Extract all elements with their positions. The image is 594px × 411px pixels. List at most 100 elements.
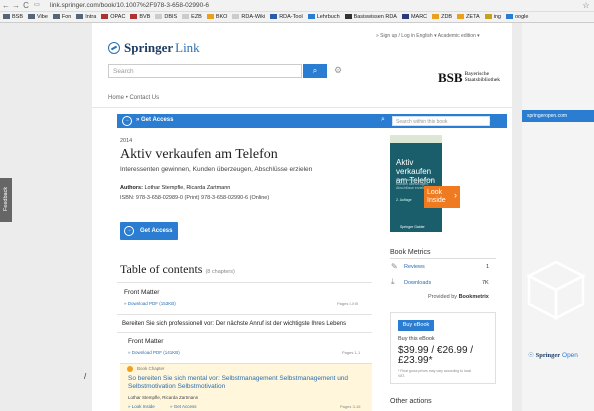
browser-toolbar: ← → C ▭ link.springer.com/book/10.1007%2… — [0, 0, 594, 12]
chapter-title-link[interactable]: So bereiten Sie sich mental vor: Selbstm… — [128, 375, 368, 391]
divider — [390, 258, 496, 259]
search-within-button[interactable]: ⌕ — [482, 116, 496, 126]
get-access-label[interactable]: Get Access — [140, 228, 172, 234]
book-title: Aktiv verkaufen am Telefon — [120, 147, 278, 162]
bsb-line2: Staatsbibliothek — [464, 77, 501, 83]
bookmark-item[interactable]: BSB — [3, 12, 23, 22]
authors-value[interactable]: Lothar Stempfle, Ricarda Zartmann — [144, 185, 230, 191]
arrow-circle-icon: → — [124, 226, 134, 236]
open-cube-graphic — [526, 260, 586, 320]
forward-icon[interactable]: → — [12, 1, 20, 10]
search-button[interactable]: ⌕ — [303, 64, 327, 78]
page-range: Pages 3-16 — [340, 404, 361, 409]
divider — [117, 314, 372, 315]
buy-ebook-button[interactable]: Buy eBook — [398, 320, 434, 331]
account-links[interactable]: » Sign up / Log in English ▾ Academic ed… — [376, 33, 480, 39]
bookmark-item[interactable]: OPAC — [101, 12, 125, 22]
book-metrics-heading: Book Metrics — [390, 249, 431, 256]
book-subtitle: Interessenten gewinnen, Kunden überzeuge… — [120, 166, 313, 173]
edge-mark: / — [84, 372, 87, 381]
bookmark-item[interactable]: ZDB — [432, 12, 452, 22]
feedback-label: Feedback — [3, 186, 9, 212]
bookmark-item[interactable]: oogle — [505, 12, 528, 22]
bookmark-item[interactable]: DBIS — [155, 12, 177, 22]
download-icon: ⤓ — [391, 277, 395, 286]
bookmark-item[interactable]: EZB — [182, 12, 202, 22]
provided-by: Provided by Bookmetrix — [428, 294, 489, 300]
cover-edition: 2. Auflage — [396, 198, 412, 202]
buy-this-label: Buy this eBook — [398, 336, 435, 342]
chapter-authors: Lothar Stempfle, Ricarda Zartmann — [128, 395, 199, 400]
divider — [117, 332, 372, 333]
breadcrumb-contact[interactable]: • Contact Us — [126, 95, 159, 101]
open-logo-springer: Springer — [535, 352, 561, 359]
bookmark-item[interactable]: Intra — [76, 12, 96, 22]
part-title: Bereiten Sie sich professionell vor: Der… — [122, 321, 347, 327]
chapter-icon — [127, 366, 133, 372]
search-icon: ⌕ — [312, 66, 318, 75]
page-range: Pages I-XIII — [337, 301, 358, 306]
chapter-kind: Book Chapter — [137, 366, 165, 371]
bookmark-item[interactable]: Vibe — [27, 12, 48, 22]
chapter-get-access-link[interactable]: » Get Access — [170, 404, 197, 409]
other-actions-heading: Other actions — [390, 398, 432, 405]
springer-horse-icon — [108, 42, 120, 54]
page-range: Pages 1-1 — [342, 350, 361, 355]
open-logo-open: Open — [562, 352, 578, 359]
bsb-logo: BSB Bayerische Staatsbibliothek — [438, 70, 501, 85]
chevron-right-icon: › — [454, 190, 457, 200]
toc-title: Table of contents — [120, 262, 203, 276]
breadcrumb: Home • Contact Us — [108, 95, 159, 101]
divider — [117, 282, 372, 283]
gear-icon[interactable]: ⚙ — [334, 65, 342, 76]
provided-prefix: Provided by — [428, 294, 458, 300]
book-year: 2014 — [120, 138, 133, 144]
download-pdf-link[interactable]: » Download PDF (153KB) — [124, 301, 176, 306]
springer-link-logo[interactable]: Springer Link — [108, 40, 200, 56]
toc-heading: Table of contents (8 chapters) — [120, 262, 235, 277]
bookmark-item[interactable]: RDA-Wiki — [232, 12, 265, 22]
look-inside-button[interactable]: Look Inside › — [424, 186, 460, 208]
bookmark-item[interactable]: Lehrbuch — [307, 12, 340, 22]
bookmark-item[interactable]: RDA-Tool — [270, 12, 303, 22]
front-matter-title: Front Matter — [124, 289, 160, 296]
bookmarks-bar: BSB Vibe Fon Intra OPAC BVB DBIS EZB BKO… — [0, 12, 594, 23]
back-icon[interactable]: ← — [2, 1, 10, 10]
price-note: * Final gross prices may vary according … — [398, 369, 472, 378]
cover-publisher: Springer Gabler — [400, 225, 425, 229]
star-icon[interactable]: ☆ — [582, 1, 590, 10]
chapter-look-inside-link[interactable]: » Look Inside — [128, 404, 155, 409]
springeropen-banner[interactable]: springeropen.com — [522, 110, 594, 122]
divider — [92, 107, 512, 108]
bookmark-item[interactable]: Fon — [52, 12, 71, 22]
search-input[interactable]: Search — [108, 64, 302, 78]
toc-count: (8 chapters) — [205, 269, 235, 275]
review-icon: ✎ — [391, 262, 398, 271]
bookmark-item[interactable]: ZETA — [457, 12, 480, 22]
reviews-link[interactable]: Reviews — [404, 264, 425, 270]
reload-icon[interactable]: C — [22, 1, 30, 10]
get-access-link[interactable]: » Get Access — [136, 117, 173, 123]
bookmetrix-logo[interactable]: Bookmetrix — [459, 294, 489, 300]
page-icon: ▭ — [34, 2, 40, 8]
reviews-count: 1 — [486, 264, 490, 270]
downloads-link[interactable]: Downloads — [404, 280, 431, 286]
ebook-price: $39.99 / €26.99 / £23.99* — [398, 345, 474, 366]
search-within-input[interactable]: Search within this book — [392, 116, 490, 126]
springer-open-logo[interactable]: ☉ Springer Open — [528, 351, 578, 359]
book-authors: Authors: Lothar Stempfle, Ricarda Zartma… — [120, 185, 230, 191]
bookmark-item[interactable]: MARC — [401, 12, 427, 22]
address-bar[interactable]: link.springer.com/book/10.1007%2F978-3-6… — [50, 2, 209, 9]
bookmark-item[interactable]: Basiswissen RDA — [344, 12, 397, 22]
look-inside-label: Look Inside — [427, 189, 446, 204]
downloads-count: 7K — [482, 280, 489, 286]
front-matter-title: Front Matter — [128, 338, 164, 345]
breadcrumb-home[interactable]: Home — [108, 95, 124, 101]
authors-label: Authors: — [120, 185, 143, 191]
bookmark-item[interactable]: BVB — [130, 12, 150, 22]
download-pdf-link[interactable]: » Download PDF (141KB) — [128, 350, 180, 355]
bookmark-item[interactable]: BKO — [206, 12, 227, 22]
arrow-circle-icon: → — [122, 116, 132, 126]
search-icon: ⌕ — [487, 118, 491, 124]
bookmark-item[interactable]: ing — [484, 12, 501, 22]
